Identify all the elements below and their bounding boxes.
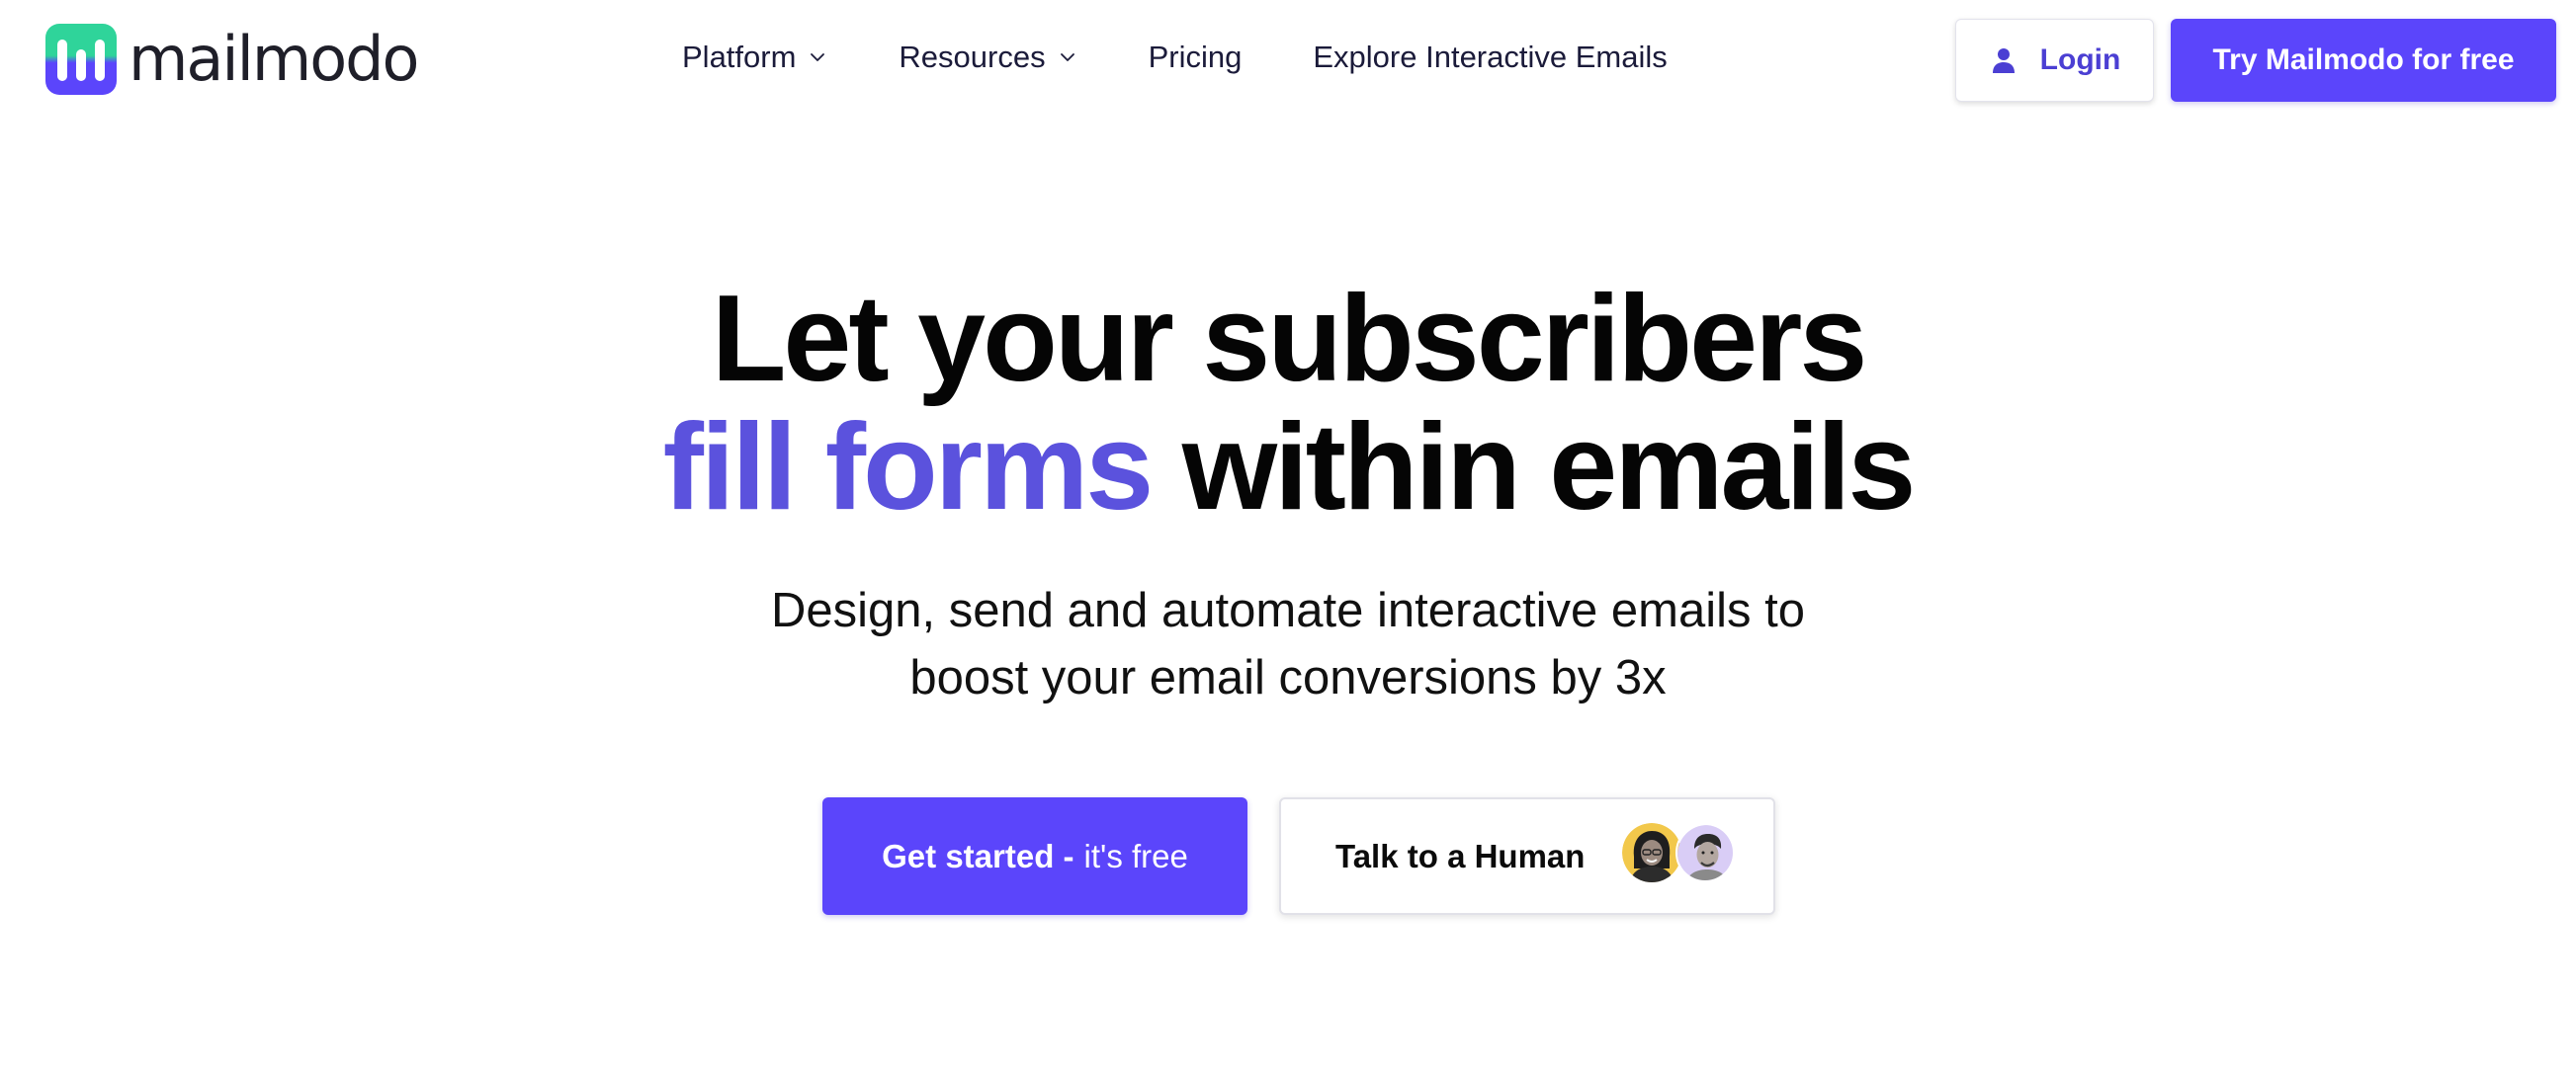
hero-subtitle-line1: Design, send and automate interactive em… — [771, 584, 1805, 637]
talk-to-human-button[interactable]: Talk to a Human — [1279, 797, 1775, 915]
nav-item-label: Pricing — [1148, 40, 1243, 74]
hero-title-accent: fill forms — [662, 399, 1155, 536]
page: mailmodo Platform Resources Pricing Expl… — [0, 0, 2576, 1075]
user-icon — [1992, 48, 2015, 73]
avatar-woman — [1622, 823, 1681, 882]
login-label: Login — [2039, 43, 2121, 76]
chevron-down-icon — [1060, 53, 1074, 61]
avatar-man — [1675, 823, 1735, 882]
try-free-button[interactable]: Try Mailmodo for free — [2171, 19, 2556, 102]
hero-title-rest: within emails — [1181, 399, 1917, 536]
talk-to-human-label: Talk to a Human — [1335, 837, 1586, 874]
get-started-label: Get started - — [882, 837, 1074, 874]
hero-subtitle-line2: boost your email conversions by 3x — [909, 651, 1667, 704]
nav-item-label: Platform — [682, 40, 797, 74]
mailmodo-logo-icon — [45, 24, 117, 95]
nav-item-platform[interactable]: Platform — [682, 40, 827, 75]
logo-wordmark: mailmodo — [129, 23, 419, 95]
try-free-label: Try Mailmodo for free — [2212, 43, 2515, 76]
nav-item-pricing[interactable]: Pricing — [1149, 40, 1243, 75]
chevron-down-icon — [811, 53, 825, 61]
nav-item-resources[interactable]: Resources — [899, 40, 1076, 75]
get-started-sublabel: it's free — [1083, 837, 1188, 874]
login-button[interactable]: Login — [1955, 19, 2154, 102]
nav-item-label: Explore Interactive Emails — [1313, 40, 1668, 74]
main-nav: Platform Resources Pricing Explore Inter… — [682, 40, 1739, 75]
nav-item-explore-interactive-emails[interactable]: Explore Interactive Emails — [1313, 40, 1667, 75]
get-started-button[interactable]: Get started - it's free — [822, 797, 1247, 915]
nav-item-label: Resources — [899, 40, 1046, 74]
hero-title: Let your subscribers fill forms within e… — [0, 275, 2576, 532]
hero-title-line1: Let your subscribers — [711, 271, 1868, 407]
logo[interactable]: mailmodo — [45, 23, 419, 95]
avatar-group — [1622, 823, 1735, 882]
hero-subtitle: Design, send and automate interactive em… — [0, 577, 2576, 711]
